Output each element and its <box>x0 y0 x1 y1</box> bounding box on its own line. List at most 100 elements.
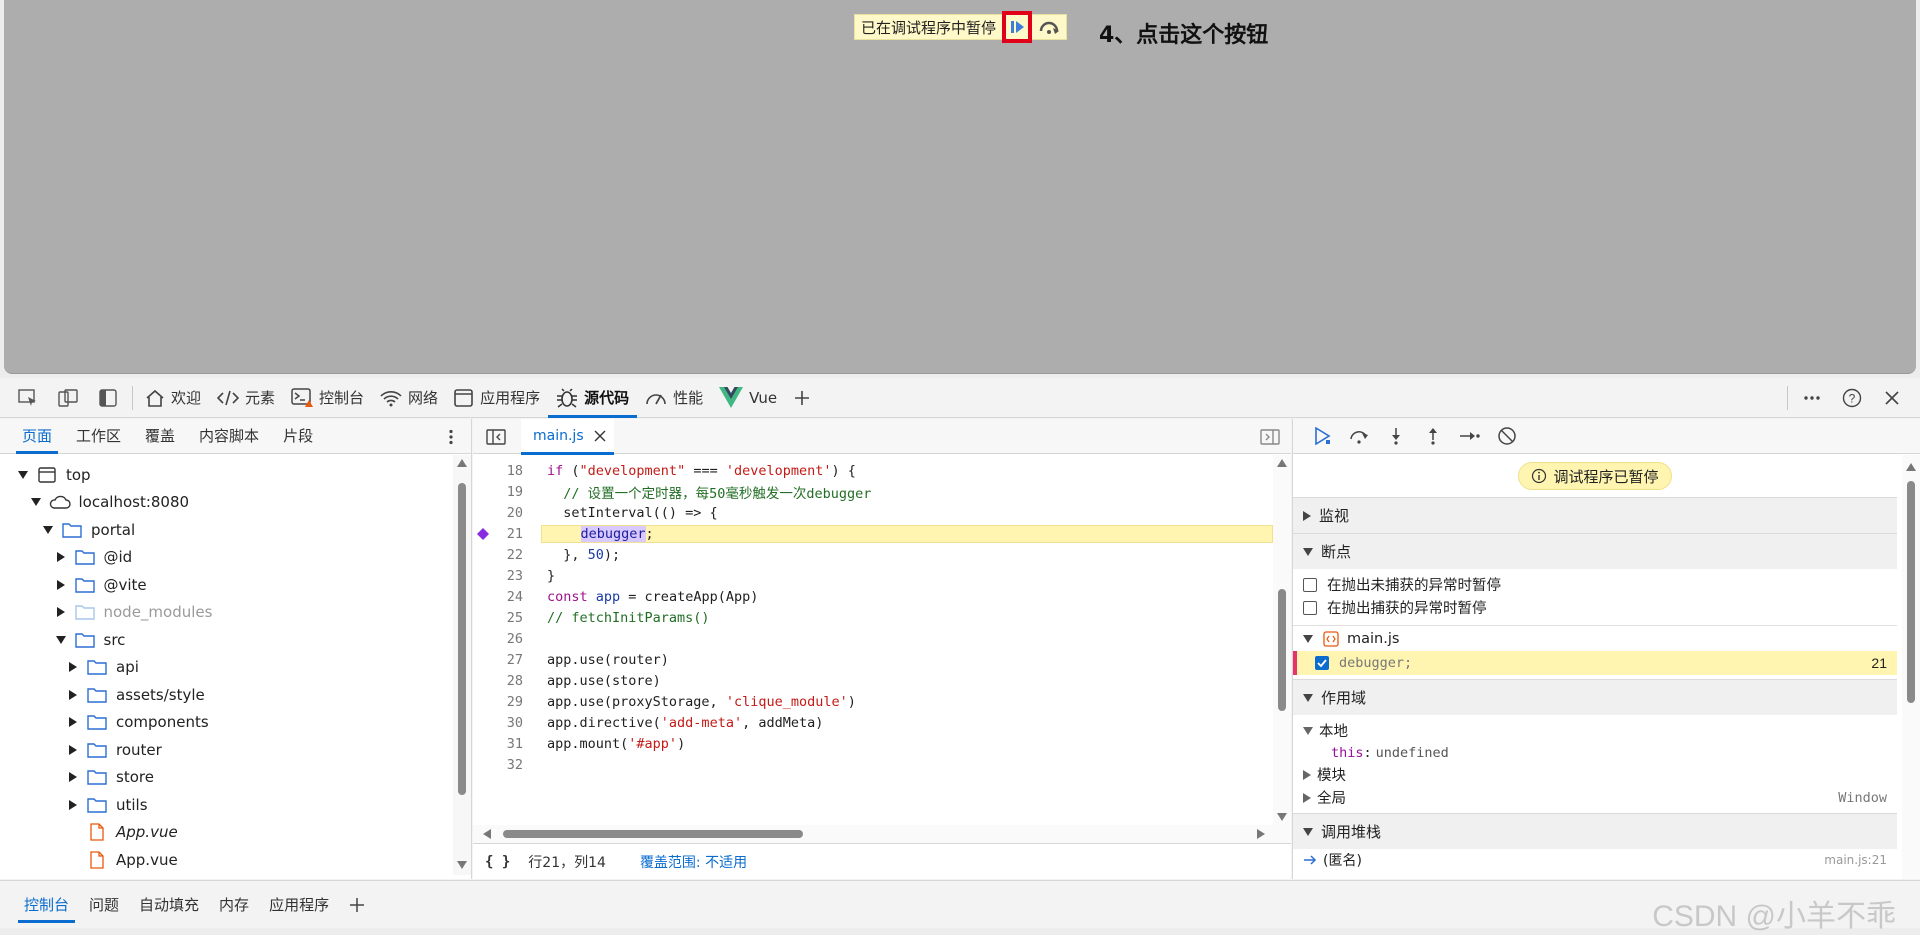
coverage-status[interactable]: 覆盖范围: 不适用 <box>640 852 747 872</box>
scope-pane-header[interactable]: 作用域 <box>1293 679 1897 715</box>
watch-pane-header[interactable]: 监视 <box>1293 497 1897 533</box>
chevron-right-icon[interactable] <box>66 715 80 729</box>
debugger-scrollbar[interactable] <box>1902 455 1920 879</box>
nav-tab-content-scripts[interactable]: 内容脚本 <box>187 419 271 454</box>
tree-item[interactable]: top <box>0 461 452 489</box>
chevron-right-icon[interactable] <box>66 798 80 812</box>
tree-item[interactable]: assets/style <box>0 681 452 709</box>
deactivate-breakpoints-button[interactable] <box>1488 421 1525 451</box>
close-devtools-button[interactable] <box>1872 378 1912 418</box>
code-line[interactable]: 32 <box>473 754 1273 775</box>
chevron-right-icon[interactable] <box>54 578 68 592</box>
callstack-frame[interactable]: (匿名) main.js:21 <box>1293 849 1897 871</box>
code-lines[interactable]: 18 if ("development" === 'development') {… <box>473 455 1273 825</box>
tree-item[interactable]: router <box>0 736 452 764</box>
code-line[interactable]: 20 setInterval(() => { <box>473 502 1273 523</box>
chevron-right-icon[interactable] <box>54 605 68 619</box>
line-number[interactable]: 19 <box>473 484 523 500</box>
tab-performance[interactable]: 性能 <box>637 378 711 418</box>
chevron-down-icon[interactable] <box>29 495 43 509</box>
code-line[interactable]: 24 const app = createApp(App) <box>473 586 1273 607</box>
scope-module[interactable]: 模块 <box>1293 763 1897 786</box>
tab-sources[interactable]: 源代码 <box>548 378 638 418</box>
close-tab-icon[interactable] <box>594 430 606 442</box>
toggle-navigator-button[interactable] <box>485 427 507 447</box>
breakpoint-checkbox-checked[interactable] <box>1315 656 1329 670</box>
line-number[interactable]: 18 <box>473 463 523 479</box>
step-over-button[interactable] <box>1036 15 1062 39</box>
nav-tab-overrides[interactable]: 覆盖 <box>133 419 187 454</box>
step-out-button[interactable] <box>1414 421 1451 451</box>
line-number[interactable]: 20 <box>473 505 523 521</box>
drawer-tab-application[interactable]: 应用程序 <box>259 881 339 929</box>
breakpoint-marker-icon[interactable] <box>477 528 489 540</box>
drawer-tab-issues[interactable]: 问题 <box>79 881 129 929</box>
tree-item[interactable]: @id <box>0 544 452 572</box>
tree-item[interactable]: store <box>0 764 452 792</box>
tree-item[interactable]: api <box>0 654 452 682</box>
code-line[interactable]: 29 app.use(proxyStorage, 'clique_module') <box>473 691 1273 712</box>
line-number[interactable]: 25 <box>473 610 523 626</box>
checkbox-unchecked[interactable] <box>1303 600 1317 615</box>
line-number[interactable]: 32 <box>473 757 523 773</box>
tab-network[interactable]: 网络 <box>372 378 446 418</box>
code-line[interactable]: 26 <box>473 628 1273 649</box>
step-into-button[interactable] <box>1377 421 1414 451</box>
line-number[interactable]: 22 <box>473 547 523 563</box>
tree-item[interactable]: @vite <box>0 571 452 599</box>
checkbox-unchecked[interactable] <box>1303 577 1317 592</box>
tree-item[interactable]: src <box>0 626 452 654</box>
dock-side-button[interactable] <box>88 378 128 418</box>
debugger-scroll-thumb[interactable] <box>1907 481 1915 703</box>
chevron-down-icon[interactable] <box>54 633 68 647</box>
line-number[interactable]: 26 <box>473 631 523 647</box>
breakpoint-entry[interactable]: debugger; 21 <box>1293 651 1897 675</box>
line-number[interactable]: 24 <box>473 589 523 605</box>
chevron-right-icon[interactable] <box>66 688 80 702</box>
editor-vertical-scrollbar[interactable] <box>1273 455 1291 825</box>
step-over-button-sidebar[interactable] <box>1340 421 1377 451</box>
pause-uncaught-checkbox[interactable]: 在抛出未捕获的异常时暂停 <box>1293 573 1897 596</box>
tab-vue[interactable]: Vue <box>711 378 785 418</box>
line-number[interactable]: 31 <box>473 736 523 752</box>
tree-item[interactable]: portal <box>0 516 452 544</box>
pretty-print-button[interactable]: { } <box>485 854 510 870</box>
pause-caught-checkbox[interactable]: 在抛出捕获的异常时暂停 <box>1293 596 1897 619</box>
code-line[interactable]: 25 // fetchInitParams() <box>473 607 1273 628</box>
drawer-tab-autofill[interactable]: 自动填充 <box>129 881 209 929</box>
code-line[interactable]: 22 }, 50); <box>473 544 1273 565</box>
drawer-tab-console[interactable]: 控制台 <box>14 881 79 929</box>
chevron-right-icon[interactable] <box>66 660 80 674</box>
chevron-right-icon[interactable] <box>66 743 80 757</box>
code-line[interactable]: 19 // 设置一个定时器，每50毫秒触发一次debugger <box>473 481 1273 502</box>
code-line[interactable]: 23} <box>473 565 1273 586</box>
scope-local[interactable]: 本地 <box>1293 719 1897 742</box>
navigator-scrollbar[interactable] <box>453 455 471 875</box>
drawer-add-tab-button[interactable] <box>339 881 375 929</box>
navigator-more-button[interactable] <box>439 425 463 449</box>
tab-application[interactable]: 应用程序 <box>446 378 548 418</box>
tab-welcome[interactable]: 欢迎 <box>137 378 209 418</box>
nav-tab-workspace[interactable]: 工作区 <box>64 419 133 454</box>
code-line[interactable]: 21 debugger; <box>473 523 1273 544</box>
nav-tab-page[interactable]: 页面 <box>10 419 64 454</box>
help-button[interactable]: ? <box>1832 378 1872 418</box>
tab-elements[interactable]: 元素 <box>209 378 283 418</box>
chevron-down-icon[interactable] <box>16 468 30 482</box>
code-line[interactable]: 31 app.mount('#app') <box>473 733 1273 754</box>
more-options-button[interactable] <box>1792 378 1832 418</box>
drawer-tab-memory[interactable]: 内存 <box>209 881 259 929</box>
add-tab-button[interactable] <box>785 378 825 418</box>
breakpoint-file-group[interactable]: main.js <box>1293 625 1897 651</box>
line-number[interactable]: 29 <box>473 694 523 710</box>
resume-button[interactable] <box>1002 11 1033 43</box>
tree-item[interactable]: components <box>0 709 452 737</box>
chevron-right-icon[interactable] <box>54 550 68 564</box>
tab-console[interactable]: 控制台 <box>283 378 372 418</box>
line-number[interactable]: 27 <box>473 652 523 668</box>
breakpoints-pane-header[interactable]: 断点 <box>1293 533 1897 569</box>
editor-horizontal-scrollbar[interactable] <box>473 825 1291 843</box>
line-number[interactable]: 28 <box>473 673 523 689</box>
editor-vscroll-thumb[interactable] <box>1278 589 1286 711</box>
nav-tab-snippets[interactable]: 片段 <box>271 419 325 454</box>
